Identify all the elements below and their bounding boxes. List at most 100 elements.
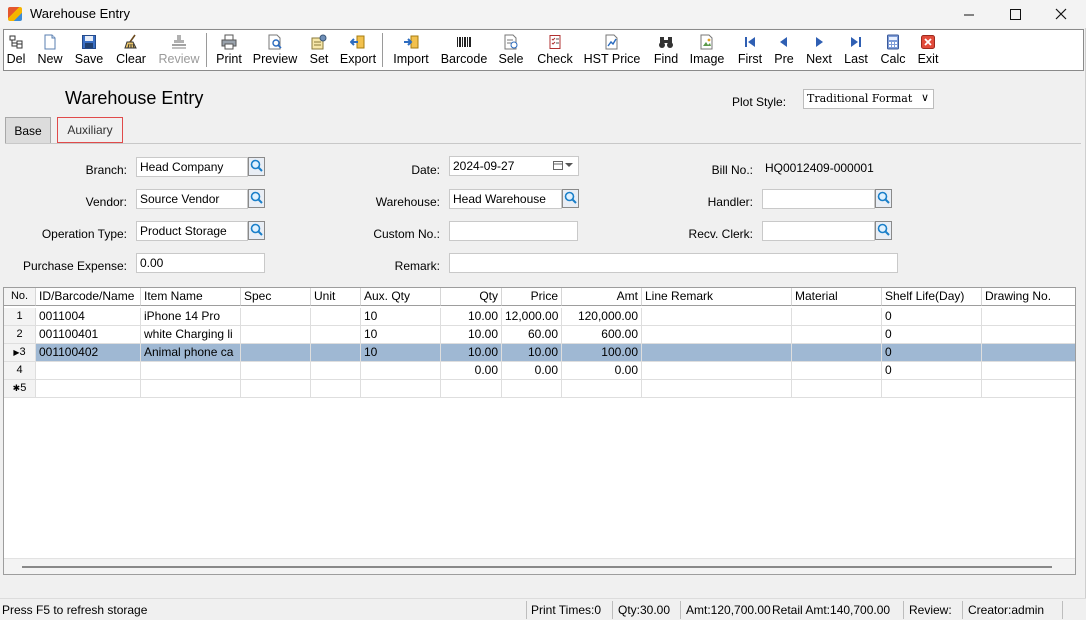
cell-id[interactable] xyxy=(36,362,141,380)
recv-clerk-field[interactable] xyxy=(762,221,875,241)
column-header-qty[interactable]: Qty xyxy=(441,288,502,306)
cell-unit[interactable] xyxy=(311,380,361,398)
cell-name[interactable]: Animal phone ca xyxy=(141,344,241,362)
column-header-drawing-no[interactable]: Drawing No. xyxy=(982,288,1075,306)
row-number-cell[interactable]: 1 xyxy=(4,308,36,326)
cell-drawing-no[interactable] xyxy=(982,362,1075,380)
operation-type-lookup-button[interactable] xyxy=(248,221,265,240)
cell-aux-qty[interactable] xyxy=(361,362,441,380)
custom-no-field[interactable] xyxy=(449,221,578,241)
cell-drawing-no[interactable] xyxy=(982,326,1075,344)
tab-auxiliary[interactable]: Auxiliary xyxy=(57,117,123,143)
cell-spec[interactable] xyxy=(241,308,311,326)
warehouse-field[interactable]: Head Warehouse xyxy=(449,189,562,209)
scrollbar-thumb[interactable] xyxy=(22,566,1052,568)
cell-unit[interactable] xyxy=(311,308,361,326)
cell-drawing-no[interactable] xyxy=(982,308,1075,326)
cell-material[interactable] xyxy=(792,380,882,398)
vendor-field[interactable]: Source Vendor xyxy=(136,189,248,209)
column-header-id[interactable]: ID/Barcode/Name xyxy=(36,288,141,306)
cell-name[interactable] xyxy=(141,362,241,380)
cell-line-remark[interactable] xyxy=(642,326,792,344)
toolbar-hst-price-button[interactable]: HST Price xyxy=(582,30,642,70)
cell-line-remark[interactable] xyxy=(642,362,792,380)
column-header-spec[interactable]: Spec xyxy=(241,288,311,306)
table-row[interactable]: ✱5 xyxy=(4,380,1075,398)
plot-style-select[interactable]: Traditional Format ∨ xyxy=(803,89,934,109)
cell-price[interactable]: 10.00 xyxy=(502,344,562,362)
cell-qty[interactable]: 10.00 xyxy=(441,326,502,344)
column-header-unit[interactable]: Unit xyxy=(311,288,361,306)
cell-name[interactable] xyxy=(141,380,241,398)
cell-id[interactable]: 001100402 xyxy=(36,344,141,362)
cell-amt[interactable]: 100.00 xyxy=(562,344,642,362)
close-button[interactable] xyxy=(1038,0,1084,28)
horizontal-scrollbar[interactable] xyxy=(4,558,1075,574)
cell-qty[interactable] xyxy=(441,380,502,398)
column-header-aux-qty[interactable]: Aux. Qty xyxy=(361,288,441,306)
cell-id[interactable] xyxy=(36,380,141,398)
operation-type-field[interactable]: Product Storage xyxy=(136,221,248,241)
cell-name[interactable]: iPhone 14 Pro xyxy=(141,308,241,326)
cell-price[interactable]: 60.00 xyxy=(502,326,562,344)
cell-unit[interactable] xyxy=(311,362,361,380)
cell-amt[interactable]: 600.00 xyxy=(562,326,642,344)
cell-material[interactable] xyxy=(792,308,882,326)
maximize-button[interactable] xyxy=(992,0,1038,28)
cell-shelf-life[interactable]: 0 xyxy=(882,362,982,380)
toolbar-export-button[interactable]: Export xyxy=(328,30,388,70)
cell-name[interactable]: white Charging li xyxy=(141,326,241,344)
row-number-cell[interactable]: 4 xyxy=(4,362,36,380)
column-header-amt[interactable]: Amt xyxy=(562,288,642,306)
column-header-item-name[interactable]: Item Name xyxy=(141,288,241,306)
cell-material[interactable] xyxy=(792,362,882,380)
cell-qty[interactable]: 10.00 xyxy=(441,344,502,362)
cell-spec[interactable] xyxy=(241,326,311,344)
row-number-cell[interactable]: ▶3 xyxy=(4,344,36,362)
branch-lookup-button[interactable] xyxy=(248,157,265,176)
toolbar-import-button[interactable]: Import xyxy=(381,30,441,70)
cell-unit[interactable] xyxy=(311,326,361,344)
cell-amt[interactable]: 120,000.00 xyxy=(562,308,642,326)
cell-price[interactable]: 0.00 xyxy=(502,362,562,380)
column-header-material[interactable]: Material xyxy=(792,288,882,306)
cell-spec[interactable] xyxy=(241,380,311,398)
cell-price[interactable]: 12,000.00 xyxy=(502,308,562,326)
cell-aux-qty[interactable]: 10 xyxy=(361,344,441,362)
remark-field[interactable] xyxy=(449,253,898,273)
cell-price[interactable] xyxy=(502,380,562,398)
handler-lookup-button[interactable] xyxy=(875,189,892,208)
line-items-grid[interactable]: No. ID/Barcode/Name Item Name Spec Unit … xyxy=(3,287,1076,575)
cell-shelf-life[interactable]: 0 xyxy=(882,344,982,362)
purchase-expense-field[interactable]: 0.00 xyxy=(136,253,265,273)
toolbar-check-button[interactable]: Check xyxy=(525,30,585,70)
table-row[interactable]: 2 001100401 white Charging li 10 10.00 60.00 6… xyxy=(4,326,1075,344)
cell-id[interactable]: 0011004 xyxy=(36,308,141,326)
cell-qty[interactable]: 10.00 xyxy=(441,308,502,326)
row-number-cell[interactable]: 2 xyxy=(4,326,36,344)
cell-unit[interactable] xyxy=(311,344,361,362)
column-header-no[interactable]: No. xyxy=(4,288,36,306)
table-row[interactable]: 4 0.00 0.00 0.00 0 xyxy=(4,362,1075,380)
recv-clerk-lookup-button[interactable] xyxy=(875,221,892,240)
cell-spec[interactable] xyxy=(241,362,311,380)
column-header-price[interactable]: Price xyxy=(502,288,562,306)
cell-line-remark[interactable] xyxy=(642,380,792,398)
cell-material[interactable] xyxy=(792,344,882,362)
warehouse-lookup-button[interactable] xyxy=(562,189,579,208)
handler-field[interactable] xyxy=(762,189,875,209)
branch-field[interactable]: Head Company xyxy=(136,157,248,177)
column-header-shelf-life[interactable]: Shelf Life(Day) xyxy=(882,288,982,306)
cell-spec[interactable] xyxy=(241,344,311,362)
table-row[interactable]: 1 0011004 iPhone 14 Pro 10 10.00 12,000.00 120… xyxy=(4,308,1075,326)
toolbar-exit-button[interactable]: Exit xyxy=(898,30,958,70)
cell-drawing-no[interactable] xyxy=(982,344,1075,362)
row-number-cell[interactable]: ✱5 xyxy=(4,380,36,398)
cell-aux-qty[interactable]: 10 xyxy=(361,308,441,326)
cell-id[interactable]: 001100401 xyxy=(36,326,141,344)
cell-line-remark[interactable] xyxy=(642,344,792,362)
cell-qty[interactable]: 0.00 xyxy=(441,362,502,380)
cell-shelf-life[interactable] xyxy=(882,380,982,398)
minimize-button[interactable] xyxy=(946,0,992,28)
date-field[interactable]: 2024-09-27 xyxy=(449,156,579,176)
